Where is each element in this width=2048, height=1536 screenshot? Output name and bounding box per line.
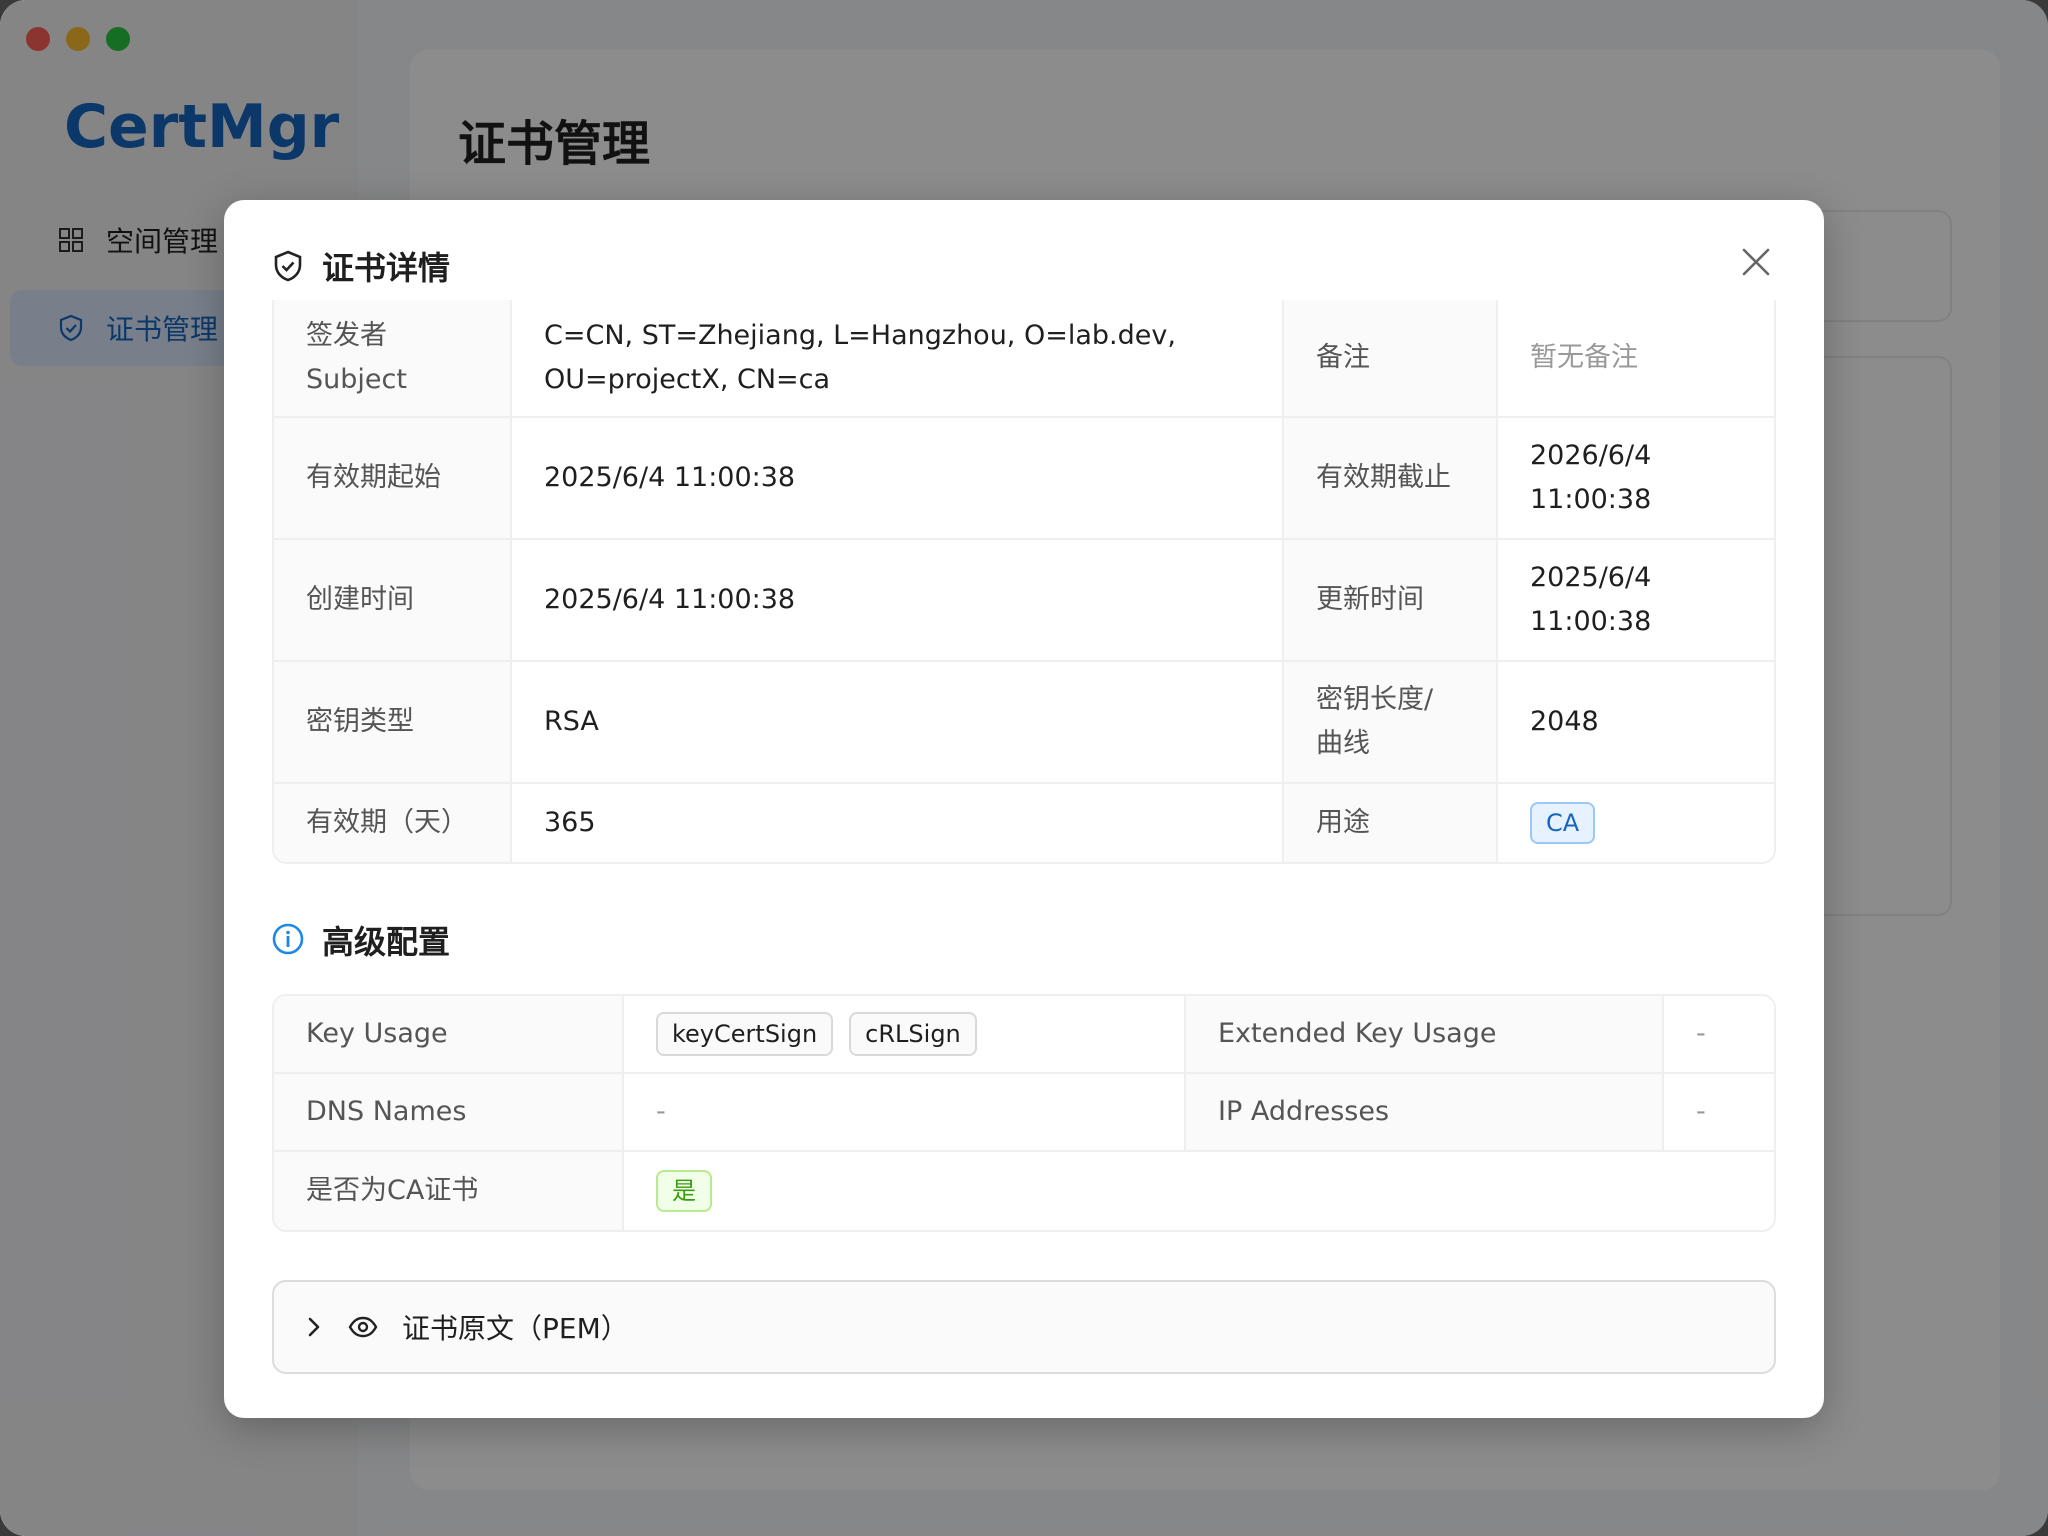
- close-icon: [1741, 247, 1771, 281]
- created-label: 创建时间: [274, 540, 512, 660]
- chevron-right-icon: [304, 1315, 324, 1339]
- advanced-title: 高级配置: [322, 923, 451, 961]
- updated-label: 更新时间: [1284, 540, 1498, 660]
- subject-value: C=CN, ST=Zhejiang, L=Hangzhou, O=lab.dev…: [512, 300, 1284, 416]
- usage-label: 用途: [1284, 784, 1498, 862]
- table-row: 有效期起始 2025/6/4 11:00:38 有效期截止 2026/6/4 1…: [274, 418, 1774, 540]
- table-row: 签发者 Subject C=CN, ST=Zhejiang, L=Hangzho…: [274, 300, 1774, 418]
- ip-addresses-value: -: [1696, 1096, 1706, 1127]
- validity-days-label: 有效期（天）: [274, 784, 512, 862]
- advanced-config-table: Key Usage keyCertSign cRLSign Extended K…: [272, 994, 1776, 1232]
- created-value: 2025/6/4 11:00:38: [512, 540, 1284, 660]
- validity-days-value: 365: [512, 784, 1284, 862]
- key-type-label: 密钥类型: [274, 662, 512, 782]
- valid-to-label: 有效期截止: [1284, 418, 1498, 538]
- table-row: DNS Names - IP Addresses -: [274, 1074, 1774, 1152]
- key-usage-values: keyCertSign cRLSign: [624, 996, 1186, 1072]
- usage-cell: CA: [1498, 784, 1774, 862]
- advanced-section-title: 高级配置: [272, 918, 450, 962]
- table-row: 密钥类型 RSA 密钥长度/ 曲线 2048: [274, 662, 1774, 784]
- valid-to-value: 2026/6/4 11:00:38: [1530, 440, 1652, 515]
- subject-label: 签发者 Subject: [274, 300, 512, 416]
- is-ca-tag: 是: [656, 1170, 712, 1212]
- modal-header: 证书详情: [272, 242, 450, 290]
- pem-collapse-toggle[interactable]: 证书原文（PEM）: [272, 1280, 1776, 1374]
- key-usage-label: Key Usage: [274, 996, 624, 1072]
- key-usage-tag: keyCertSign: [656, 1012, 834, 1056]
- key-usage-tag: cRLSign: [849, 1012, 977, 1056]
- cert-details-table: 签发者 Subject C=CN, ST=Zhejiang, L=Hangzho…: [272, 300, 1776, 864]
- table-row: 是否为CA证书 是: [274, 1152, 1774, 1230]
- key-type-value: RSA: [512, 662, 1284, 782]
- modal-title: 证书详情: [322, 249, 451, 287]
- key-length-label: 密钥长度/ 曲线: [1284, 662, 1498, 782]
- usage-tag: CA: [1530, 802, 1596, 844]
- close-button[interactable]: [1728, 236, 1784, 292]
- valid-from-label: 有效期起始: [274, 418, 512, 538]
- ext-key-usage-value: -: [1696, 1018, 1706, 1049]
- is-ca-label: 是否为CA证书: [274, 1152, 624, 1230]
- is-ca-cell: 是: [624, 1152, 1774, 1230]
- eye-icon: [348, 1316, 378, 1338]
- key-length-value: 2048: [1530, 706, 1599, 737]
- ext-key-usage-label: Extended Key Usage: [1186, 996, 1664, 1072]
- updated-value: 2025/6/4 11:00:38: [1530, 562, 1652, 637]
- dns-names-label: DNS Names: [274, 1074, 624, 1150]
- table-row: 有效期（天） 365 用途 CA: [274, 784, 1774, 862]
- valid-from-value: 2025/6/4 11:00:38: [512, 418, 1284, 538]
- app-window: CertMgr 空间管理 证书管理 证书管理 证书详情 签发者 Subject …: [0, 0, 2048, 1536]
- table-row: Key Usage keyCertSign cRLSign Extended K…: [274, 996, 1774, 1074]
- info-icon: [272, 923, 306, 957]
- dns-names-value: -: [624, 1074, 1186, 1150]
- cert-detail-modal: 证书详情 签发者 Subject C=CN, ST=Zhejiang, L=Ha…: [224, 200, 1824, 1418]
- shield-check-icon: [272, 249, 306, 283]
- ip-addresses-label: IP Addresses: [1186, 1074, 1664, 1150]
- remark-value: 暂无备注: [1530, 342, 1638, 373]
- remark-label: 备注: [1284, 300, 1498, 416]
- table-row: 创建时间 2025/6/4 11:00:38 更新时间 2025/6/4 11:…: [274, 540, 1774, 662]
- pem-label: 证书原文（PEM）: [402, 1312, 629, 1345]
